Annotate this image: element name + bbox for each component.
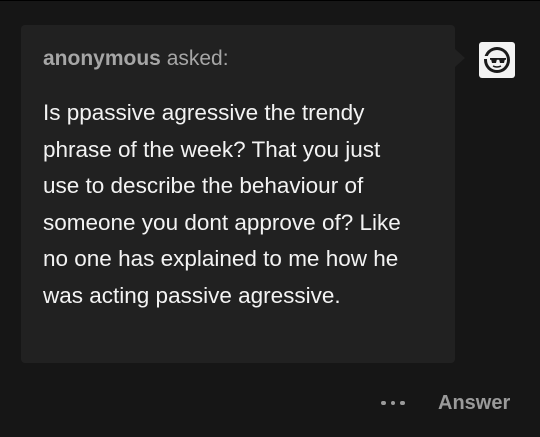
post-footer: Answer bbox=[0, 385, 540, 421]
question-line: was acting passive agressive. bbox=[43, 282, 341, 308]
avatar[interactable] bbox=[479, 42, 515, 78]
asked-label: asked: bbox=[166, 47, 229, 70]
asker-line: anonymous asked: bbox=[43, 45, 433, 73]
ask-card: anonymous asked: Is ppassive agressive t… bbox=[21, 25, 465, 363]
question-line: no one has explained to me how he bbox=[43, 246, 399, 272]
question-line: Is ppassive agressive the trendy bbox=[43, 100, 365, 125]
asker-name[interactable]: anonymous bbox=[43, 47, 161, 70]
question-line: phrase of the week? That you just bbox=[43, 136, 381, 162]
question-line: use to describe the behaviour of bbox=[43, 173, 364, 199]
ask-screen: anonymous asked: Is ppassive agressive t… bbox=[0, 0, 540, 437]
question-text: Is ppassive agressive the trendy phrase … bbox=[43, 95, 443, 315]
more-options-button[interactable] bbox=[372, 391, 414, 415]
question-line: someone you dont approve of? Like bbox=[43, 209, 401, 235]
answer-button[interactable]: Answer bbox=[438, 388, 510, 418]
sunglasses-face-icon bbox=[484, 47, 510, 73]
ellipsis-icon bbox=[400, 400, 405, 406]
ellipsis-icon bbox=[381, 400, 386, 406]
ellipsis-icon bbox=[390, 400, 396, 406]
